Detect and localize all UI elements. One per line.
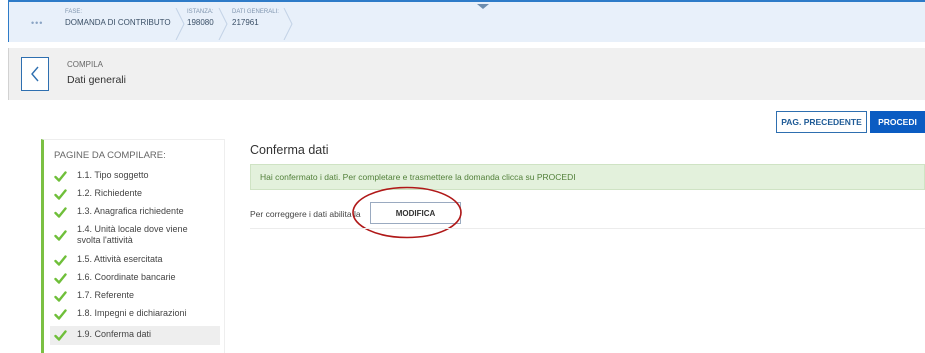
chevron-separator-icon [218, 8, 228, 40]
menu-dots-icon[interactable]: ••• [31, 18, 43, 28]
correction-hint: Per correggere i dati abilita la [250, 209, 361, 219]
caret-down-icon [477, 4, 489, 9]
divider [250, 228, 925, 229]
alert-message: Hai confermato i dati. Per completare e … [260, 172, 576, 182]
breadcrumb-label: ISTANZA: [187, 9, 214, 15]
sidebar: PAGINE DA COMPILARE: 1.1. Tipo soggetto … [41, 139, 225, 353]
sidebar-item-coordinate-bancarie[interactable]: 1.6. Coordinate bancarie [54, 272, 224, 285]
sidebar-title: PAGINE DA COMPILARE: [54, 150, 166, 161]
sidebar-item-label: 1.5. Attività esercitata [77, 254, 163, 264]
breadcrumb-label: DATI GENERALI: [232, 9, 279, 15]
back-button[interactable] [21, 57, 49, 91]
page-title: Dati generali [67, 74, 126, 86]
section-label: COMPILA [67, 60, 104, 69]
sidebar-item-label: 1.8. Impegni e dichiarazioni [77, 308, 187, 318]
checkmark-icon [54, 171, 67, 182]
sidebar-item-attivita-esercitata[interactable]: 1.5. Attività esercitata [54, 254, 224, 267]
breadcrumb-dati-generali[interactable]: DATI GENERALI: 217961 [232, 8, 293, 40]
sidebar-item-label: 1.2. Richiedente [77, 188, 143, 198]
chevron-left-icon [31, 66, 39, 82]
sidebar-item-richiedente[interactable]: 1.2. Richiedente [54, 188, 224, 201]
success-alert: Hai confermato i dati. Per completare e … [250, 164, 925, 190]
page-header: COMPILA Dati generali [8, 48, 925, 100]
section-title: Conferma dati [250, 143, 329, 157]
checkmark-icon [54, 273, 67, 284]
sidebar-item-referente[interactable]: 1.7. Referente [54, 290, 224, 303]
breadcrumb: ••• FASE: DOMANDA DI CONTRIBUTO ISTANZA:… [8, 0, 925, 42]
chevron-separator-icon [175, 8, 185, 40]
checkmark-icon [54, 309, 67, 320]
chevron-separator-icon [283, 8, 293, 40]
sidebar-item-unita-locale[interactable]: 1.4. Unità locale dove viene svolta l'at… [54, 224, 224, 246]
checkmark-icon [54, 189, 67, 200]
breadcrumb-fase[interactable]: FASE: DOMANDA DI CONTRIBUTO [65, 8, 185, 40]
sidebar-item-label: 1.9. Conferma dati [77, 329, 152, 339]
checkmark-icon [54, 230, 67, 241]
breadcrumb-value: DOMANDA DI CONTRIBUTO [65, 18, 171, 27]
previous-page-button[interactable]: PAG. PRECEDENTE [776, 111, 867, 133]
checkmark-icon [54, 255, 67, 266]
sidebar-item-conferma-dati[interactable]: 1.9. Conferma dati [50, 326, 220, 345]
sidebar-item-tipo-soggetto[interactable]: 1.1. Tipo soggetto [54, 170, 224, 183]
breadcrumb-value: 198080 [187, 18, 214, 27]
sidebar-item-anagrafica-richiedente[interactable]: 1.3. Anagrafica richiedente [54, 206, 224, 219]
sidebar-item-label: 1.3. Anagrafica richiedente [77, 206, 184, 216]
checkmark-icon [54, 330, 67, 341]
sidebar-item-label: 1.1. Tipo soggetto [77, 170, 149, 180]
sidebar-item-label: 1.6. Coordinate bancarie [77, 272, 176, 282]
sidebar-item-label: 1.4. Unità locale dove viene svolta l'at… [77, 224, 188, 245]
breadcrumb-value: 217961 [232, 18, 259, 27]
proceed-button[interactable]: PROCEDI [870, 111, 925, 133]
sidebar-item-label: 1.7. Referente [77, 290, 135, 300]
modify-button[interactable]: MODIFICA [370, 202, 461, 224]
checkmark-icon [54, 207, 67, 218]
checkmark-icon [54, 291, 67, 302]
breadcrumb-istanza[interactable]: ISTANZA: 198080 [187, 8, 228, 40]
sidebar-item-impegni-dichiarazioni[interactable]: 1.8. Impegni e dichiarazioni [54, 308, 224, 321]
breadcrumb-label: FASE: [65, 9, 83, 15]
